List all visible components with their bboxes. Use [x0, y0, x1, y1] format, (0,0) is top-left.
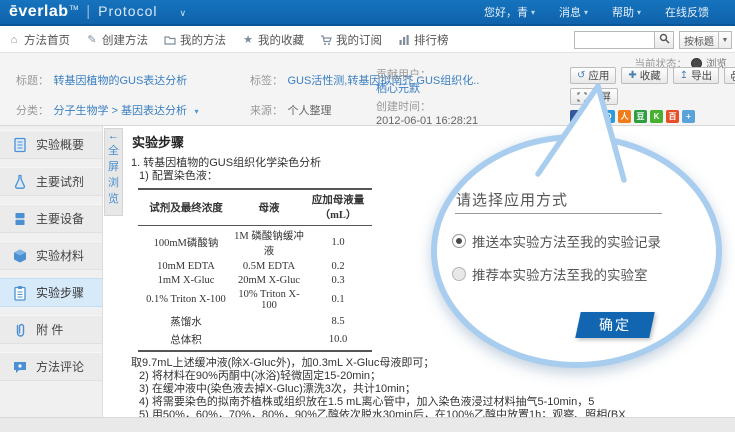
page: ēverlab TM | Protocol ∨ 您好，青 ▾ 消息 ▾ 帮助 ▾…: [0, 0, 735, 432]
option-recommend-to-lab[interactable]: 推荐本实验方法至我的实验室: [452, 264, 648, 284]
radio-selected-icon[interactable]: [452, 234, 466, 248]
option-push-to-records[interactable]: 推送本实验方法至我的实验记录: [452, 231, 661, 251]
dialog-title: 请选择应用方式: [456, 189, 568, 210]
apply-mode-dialog: 请选择应用方式 推送本实验方法至我的实验记录 推荐本实验方法至我的实验室 确定: [0, 0, 735, 432]
radio-unselected-icon[interactable]: [452, 267, 466, 281]
confirm-button[interactable]: 确定: [575, 312, 655, 338]
option-label: 推荐本实验方法至我的实验室: [472, 264, 648, 284]
option-label: 推送本实验方法至我的实验记录: [472, 231, 661, 251]
confirm-label: 确定: [599, 315, 631, 335]
dialog-divider: [455, 213, 662, 214]
